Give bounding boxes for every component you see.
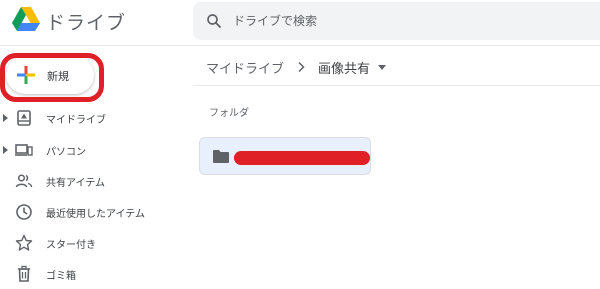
sidebar-item-label: スター付き — [46, 240, 96, 251]
sidebar-item-computers[interactable]: パソコン — [0, 136, 180, 164]
sidebar-item-starred[interactable]: スター付き — [0, 229, 180, 257]
sidebar-item-label: 最近使用したアイテム — [46, 209, 145, 220]
chevron-right-icon — [298, 61, 305, 73]
expand-caret-icon[interactable] — [3, 146, 8, 154]
search-icon[interactable] — [205, 12, 223, 30]
folder-item[interactable] — [199, 137, 371, 175]
sidebar-item-label: 共有アイテム — [46, 178, 105, 189]
header-divider — [0, 45, 600, 46]
breadcrumb-current-folder[interactable]: 画像共有 — [318, 58, 370, 77]
sidebar-item-label: ゴミ箱 — [46, 271, 76, 282]
main-divider — [193, 85, 600, 86]
folder-icon — [213, 150, 229, 163]
shared-people-icon — [15, 174, 33, 188]
app-header: ドライブ — [0, 0, 600, 42]
expand-caret-icon[interactable] — [3, 114, 8, 122]
sidebar-item-recent[interactable]: 最近使用したアイテム — [0, 198, 180, 226]
star-icon — [15, 234, 33, 251]
computers-icon — [15, 144, 33, 156]
plus-icon — [17, 66, 35, 84]
breadcrumb: マイドライブ 画像共有 — [206, 56, 387, 78]
new-button-label: 新規 — [47, 70, 69, 83]
breadcrumb-root[interactable]: マイドライブ — [206, 58, 284, 77]
folder-name-redacted — [234, 151, 370, 165]
sidebar-item-label: パソコン — [46, 147, 86, 158]
google-drive-logo-icon[interactable] — [12, 6, 40, 32]
chevron-down-icon[interactable] — [378, 64, 387, 70]
search-input[interactable] — [233, 10, 583, 32]
clock-icon — [16, 204, 32, 220]
app-title[interactable]: ドライブ — [46, 8, 126, 35]
sidebar-item-trash[interactable]: ゴミ箱 — [0, 260, 180, 288]
search-box[interactable] — [193, 2, 600, 40]
new-button[interactable]: 新規 — [6, 56, 94, 94]
sidebar-item-my-drive[interactable]: マイドライブ — [0, 104, 180, 132]
folders-section-label: フォルダ — [209, 108, 249, 119]
my-drive-icon — [17, 110, 31, 126]
trash-icon — [18, 265, 30, 282]
sidebar-item-shared[interactable]: 共有アイテム — [0, 167, 180, 195]
sidebar-item-label: マイドライブ — [46, 115, 106, 126]
